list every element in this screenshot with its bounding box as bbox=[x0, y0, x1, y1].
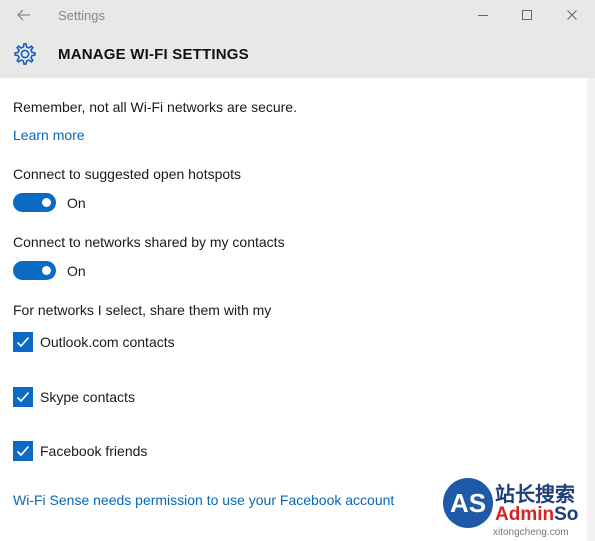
checkmark-icon bbox=[16, 445, 30, 457]
maximize-button[interactable] bbox=[516, 4, 538, 26]
title-bar: Settings bbox=[0, 0, 595, 31]
hotspots-toggle[interactable] bbox=[13, 193, 56, 212]
close-icon bbox=[567, 10, 577, 20]
watermark: AS 站长搜索 AdminSo xitongcheng.com bbox=[443, 478, 593, 538]
contacts-networks-toggle[interactable] bbox=[13, 261, 56, 280]
checkbox-box bbox=[13, 332, 33, 352]
security-note: Remember, not all Wi-Fi networks are sec… bbox=[13, 99, 297, 115]
settings-content: Remember, not all Wi-Fi networks are sec… bbox=[0, 78, 595, 541]
checkbox-box bbox=[13, 441, 33, 461]
watermark-chinese-text: 站长搜索 bbox=[495, 482, 575, 506]
facebook-permission-link[interactable]: Wi-Fi Sense needs permission to use your… bbox=[13, 492, 394, 508]
toggle-knob bbox=[42, 198, 51, 207]
minimize-icon bbox=[478, 15, 488, 16]
checkbox-label: Skype contacts bbox=[40, 389, 135, 405]
minimize-button[interactable] bbox=[472, 4, 494, 26]
share-heading: For networks I select, share them with m… bbox=[13, 302, 272, 318]
checkbox-label: Outlook.com contacts bbox=[40, 334, 175, 350]
page-title: MANAGE WI-FI SETTINGS bbox=[58, 46, 249, 63]
hotspots-toggle-state: On bbox=[67, 195, 86, 211]
window-title: Settings bbox=[58, 8, 105, 23]
facebook-friends-checkbox[interactable]: Facebook friends bbox=[13, 441, 147, 461]
skype-contacts-checkbox[interactable]: Skype contacts bbox=[13, 387, 135, 407]
watermark-admin-part1: Admin bbox=[495, 504, 555, 525]
checkmark-icon bbox=[16, 336, 30, 348]
hotspots-label: Connect to suggested open hotspots bbox=[13, 166, 242, 182]
checkmark-icon bbox=[16, 391, 30, 403]
contacts-networks-label: Connect to networks shared by my contact… bbox=[13, 234, 285, 250]
maximize-icon bbox=[522, 10, 532, 20]
contacts-networks-toggle-state: On bbox=[67, 263, 86, 279]
toggle-knob bbox=[42, 266, 51, 275]
back-button[interactable] bbox=[12, 5, 36, 25]
checkbox-box bbox=[13, 387, 33, 407]
watermark-admin-part2: So bbox=[554, 504, 579, 525]
watermark-logo: AS bbox=[443, 478, 493, 528]
back-arrow-icon bbox=[17, 9, 30, 21]
scrollbar-track[interactable] bbox=[587, 78, 595, 541]
watermark-admin-text: AdminSo bbox=[495, 504, 578, 526]
learn-more-link[interactable]: Learn more bbox=[13, 127, 85, 143]
gear-icon bbox=[14, 43, 36, 65]
page-header: MANAGE WI-FI SETTINGS bbox=[0, 31, 595, 78]
outlook-contacts-checkbox[interactable]: Outlook.com contacts bbox=[13, 332, 175, 352]
watermark-domain: xitongcheng.com bbox=[493, 527, 569, 538]
checkbox-label: Facebook friends bbox=[40, 443, 148, 459]
close-button[interactable] bbox=[561, 4, 583, 26]
